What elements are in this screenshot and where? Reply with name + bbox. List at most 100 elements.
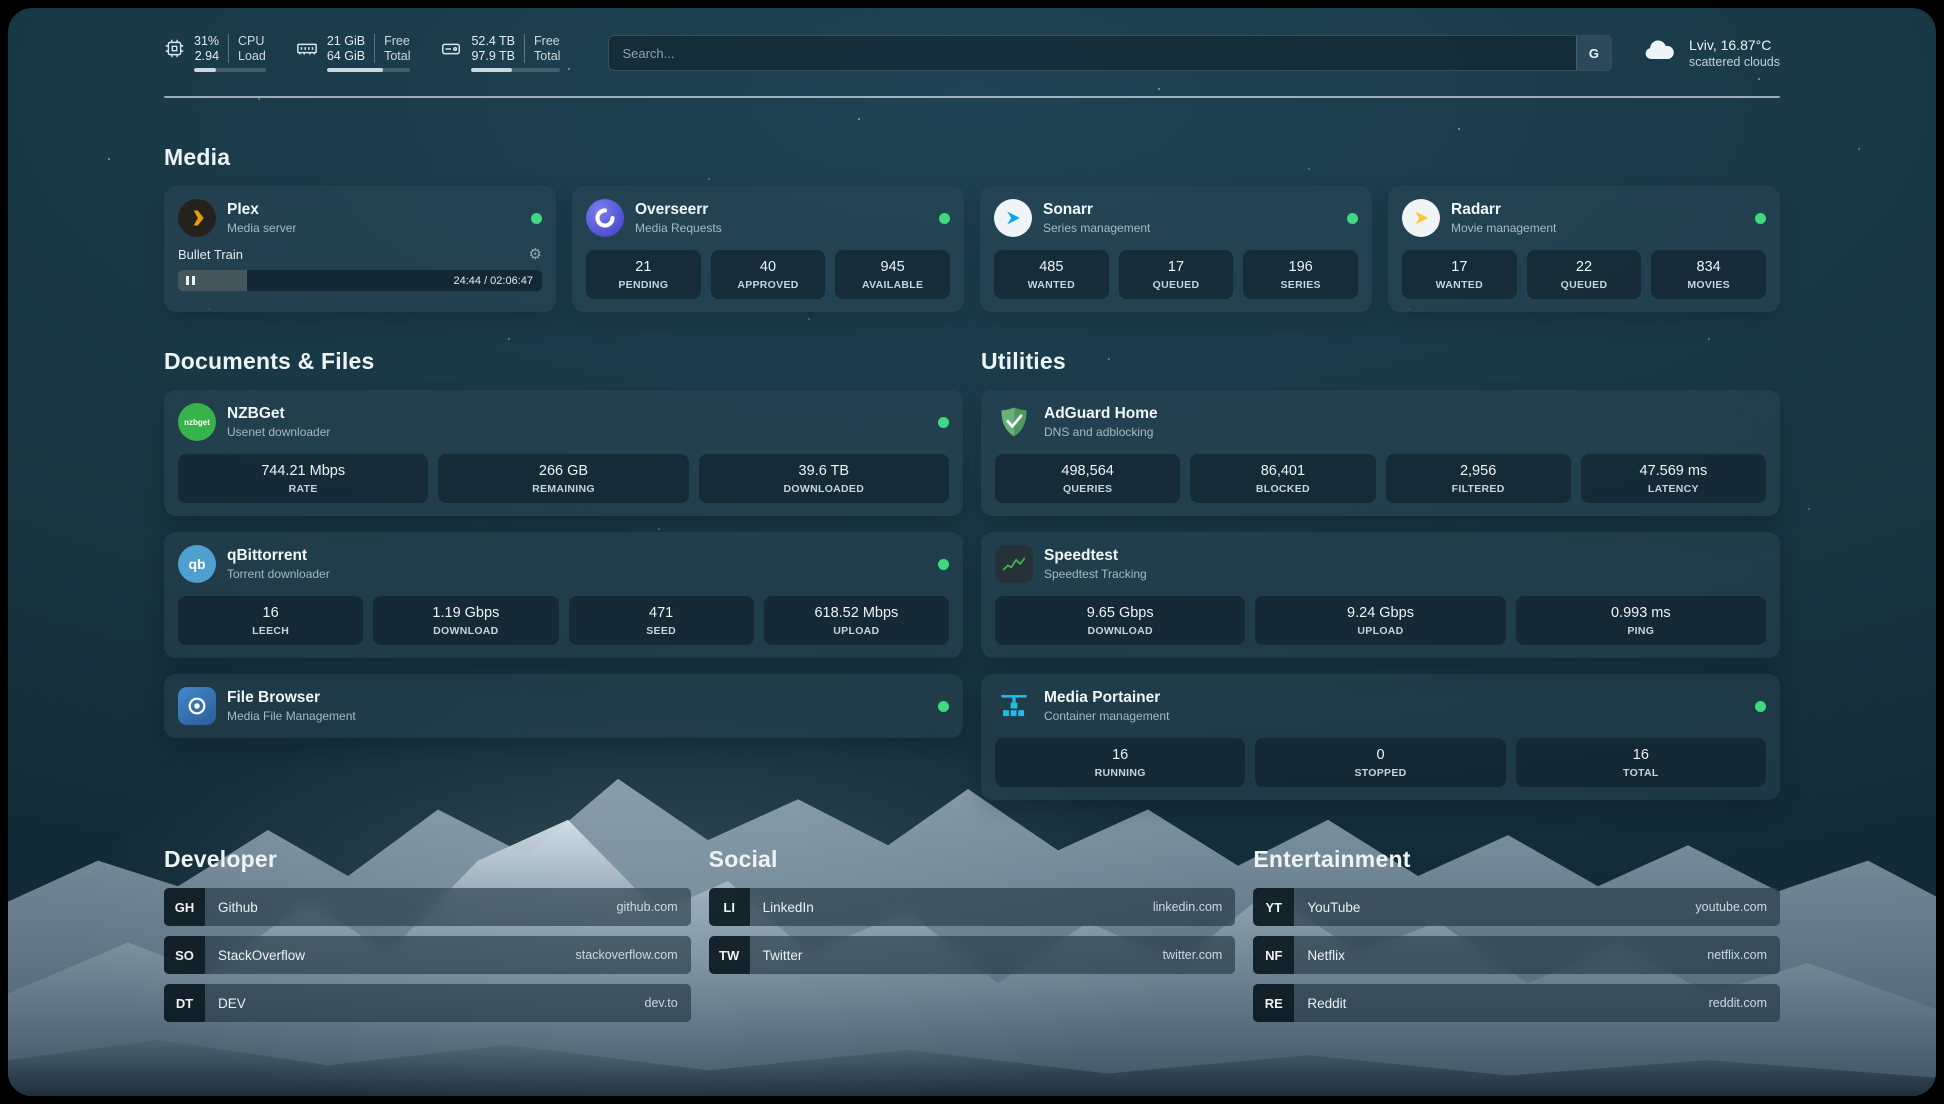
stat-value: 16 <box>1001 747 1239 763</box>
bookmark-dev[interactable]: DT DEV dev.to <box>164 984 691 1022</box>
cpu-load-label: Load <box>238 49 266 63</box>
search-input[interactable] <box>609 46 1576 61</box>
cpu-icon <box>164 38 185 59</box>
cpu-label: CPU <box>238 34 266 48</box>
stat-value: 744.21 Mbps <box>184 463 422 479</box>
search-engine-button[interactable]: G <box>1576 36 1611 70</box>
nzbget-stat-downloaded: 39.6 TB DOWNLOADED <box>699 454 949 503</box>
bookmark-netflix[interactable]: NF Netflix netflix.com <box>1253 936 1780 974</box>
qbittorrent-app-link[interactable]: qb qBittorrent Torrent downloader <box>178 545 949 583</box>
radarr-card: Radarr Movie management 17 WANTED 22 QUE… <box>1388 186 1780 312</box>
nzbget-app-link[interactable]: nzbget NZBGet Usenet downloader <box>178 403 949 441</box>
qbittorrent-stat-leech: 16 LEECH <box>178 596 363 645</box>
portainer-app-link[interactable]: Media Portainer Container management <box>995 687 1766 725</box>
cloud-icon <box>1642 37 1678 70</box>
bookmark-twitter[interactable]: TW Twitter twitter.com <box>709 936 1236 974</box>
qbittorrent-card: qb qBittorrent Torrent downloader 16 LEE… <box>164 532 963 658</box>
stat-label: AVAILABLE <box>841 279 944 291</box>
ram-icon <box>296 38 318 60</box>
stat-value: 9.24 Gbps <box>1261 605 1499 621</box>
social-section-title: Social <box>709 846 1236 873</box>
section-documents: Documents & Files nzbget NZBGet Usenet d… <box>164 348 963 738</box>
bookmark-youtube[interactable]: YT YouTube youtube.com <box>1253 888 1780 926</box>
stat-value: 266 GB <box>444 463 682 479</box>
plex-app-link[interactable]: Plex Media server <box>178 199 542 237</box>
stat-value: 9.65 Gbps <box>1001 605 1239 621</box>
section-entertainment: Entertainment YT YouTube youtube.com NF … <box>1253 846 1780 1032</box>
entertainment-section-title: Entertainment <box>1253 846 1780 873</box>
sonarr-stat-queued: 17 QUEUED <box>1119 250 1234 299</box>
cpu-metric: 31% 2.94 CPU Load <box>164 34 266 72</box>
bookmark-linkedin[interactable]: LI LinkedIn linkedin.com <box>709 888 1236 926</box>
ram-metric-body: 21 GiB 64 GiB Free Total <box>327 34 411 72</box>
stat-label: DOWNLOAD <box>379 625 552 637</box>
adguard-stat-filtered: 2,956 FILTERED <box>1386 454 1571 503</box>
app-desc: Usenet downloader <box>227 425 330 439</box>
disk-total-label: Total <box>534 49 560 63</box>
weather-location: Lviv, 16.87°C <box>1689 37 1780 53</box>
bookmark-github[interactable]: GH Github github.com <box>164 888 691 926</box>
sonarr-app-link[interactable]: Sonarr Series management <box>994 199 1358 237</box>
stat-value: 39.6 TB <box>705 463 943 479</box>
disk-free-label: Free <box>534 34 560 48</box>
app-desc: Movie management <box>1451 221 1556 235</box>
gear-icon[interactable]: ⚙ <box>529 247 542 262</box>
stat-value: 40 <box>717 259 820 275</box>
nzbget-stat-remaining: 266 GB REMAINING <box>438 454 688 503</box>
media-section-title: Media <box>164 144 1780 171</box>
stat-label: APPROVED <box>717 279 820 291</box>
speedtest-stat-ping: 0.993 ms PING <box>1516 596 1766 645</box>
app-desc: Series management <box>1043 221 1150 235</box>
sonarr-card: Sonarr Series management 485 WANTED 17 Q… <box>980 186 1372 312</box>
bookmark-abbr: YT <box>1253 888 1294 926</box>
ram-metric: 21 GiB 64 GiB Free Total <box>296 34 411 72</box>
stat-label: STOPPED <box>1261 767 1499 779</box>
pause-icon[interactable] <box>186 276 195 285</box>
adguard-app-link[interactable]: AdGuard Home DNS and adblocking <box>995 403 1766 441</box>
stat-label: BLOCKED <box>1196 483 1369 495</box>
bookmark-abbr: SO <box>164 936 205 974</box>
radarr-app-link[interactable]: Radarr Movie management <box>1402 199 1766 237</box>
stat-label: RATE <box>184 483 422 495</box>
bookmark-name: Github <box>218 900 258 915</box>
app-desc: Media server <box>227 221 296 235</box>
bookmark-name: YouTube <box>1307 900 1360 915</box>
qbittorrent-stat-upload: 618.52 Mbps UPLOAD <box>764 596 949 645</box>
qbittorrent-icon: qb <box>178 545 216 583</box>
bookmark-url: linkedin.com <box>1153 900 1222 914</box>
plex-status-dot <box>531 213 542 224</box>
speedtest-app-link[interactable]: Speedtest Speedtest Tracking <box>995 545 1766 583</box>
stat-value: 196 <box>1249 259 1352 275</box>
filebrowser-icon <box>178 687 216 725</box>
radarr-stat-queued: 22 QUEUED <box>1527 250 1642 299</box>
cpu-usage-bar <box>194 68 266 72</box>
stat-label: SERIES <box>1249 279 1352 291</box>
bookmark-stackoverflow[interactable]: SO StackOverflow stackoverflow.com <box>164 936 691 974</box>
app-name: qBittorrent <box>227 547 330 565</box>
plex-card: Plex Media server Bullet Train ⚙ 24:44 /… <box>164 186 556 312</box>
app-desc: DNS and adblocking <box>1044 425 1158 439</box>
weather-widget: Lviv, 16.87°C scattered clouds <box>1642 37 1780 70</box>
radarr-icon <box>1402 199 1440 237</box>
filebrowser-app-link[interactable]: File Browser Media File Management <box>178 687 949 725</box>
ram-usage-bar <box>327 68 411 72</box>
disk-metric-body: 52.4 TB 97.9 TB Free Total <box>471 34 560 72</box>
overseerr-card: Overseerr Media Requests 21 PENDING 40 A… <box>572 186 964 312</box>
stat-label: LEECH <box>184 625 357 637</box>
ram-usage-fill <box>327 68 383 72</box>
playback-progress-bar[interactable]: 24:44 / 02:06:47 <box>178 270 542 291</box>
playback-time: 24:44 / 02:06:47 <box>453 275 533 287</box>
bookmark-reddit[interactable]: RE Reddit reddit.com <box>1253 984 1780 1022</box>
bookmark-name: Netflix <box>1307 948 1345 963</box>
stat-value: 471 <box>575 605 748 621</box>
filebrowser-status-dot <box>938 701 949 712</box>
radarr-stat-movies: 834 MOVIES <box>1651 250 1766 299</box>
disk-usage-fill <box>471 68 512 72</box>
sonarr-stat-wanted: 485 WANTED <box>994 250 1109 299</box>
adguard-stat-queries: 498,564 QUERIES <box>995 454 1180 503</box>
bookmark-abbr: TW <box>709 936 750 974</box>
adguard-stat-latency: 47.569 ms LATENCY <box>1581 454 1766 503</box>
overseerr-app-link[interactable]: Overseerr Media Requests <box>586 199 950 237</box>
radarr-stat-wanted: 17 WANTED <box>1402 250 1517 299</box>
cpu-load-value: 2.94 <box>195 49 219 63</box>
